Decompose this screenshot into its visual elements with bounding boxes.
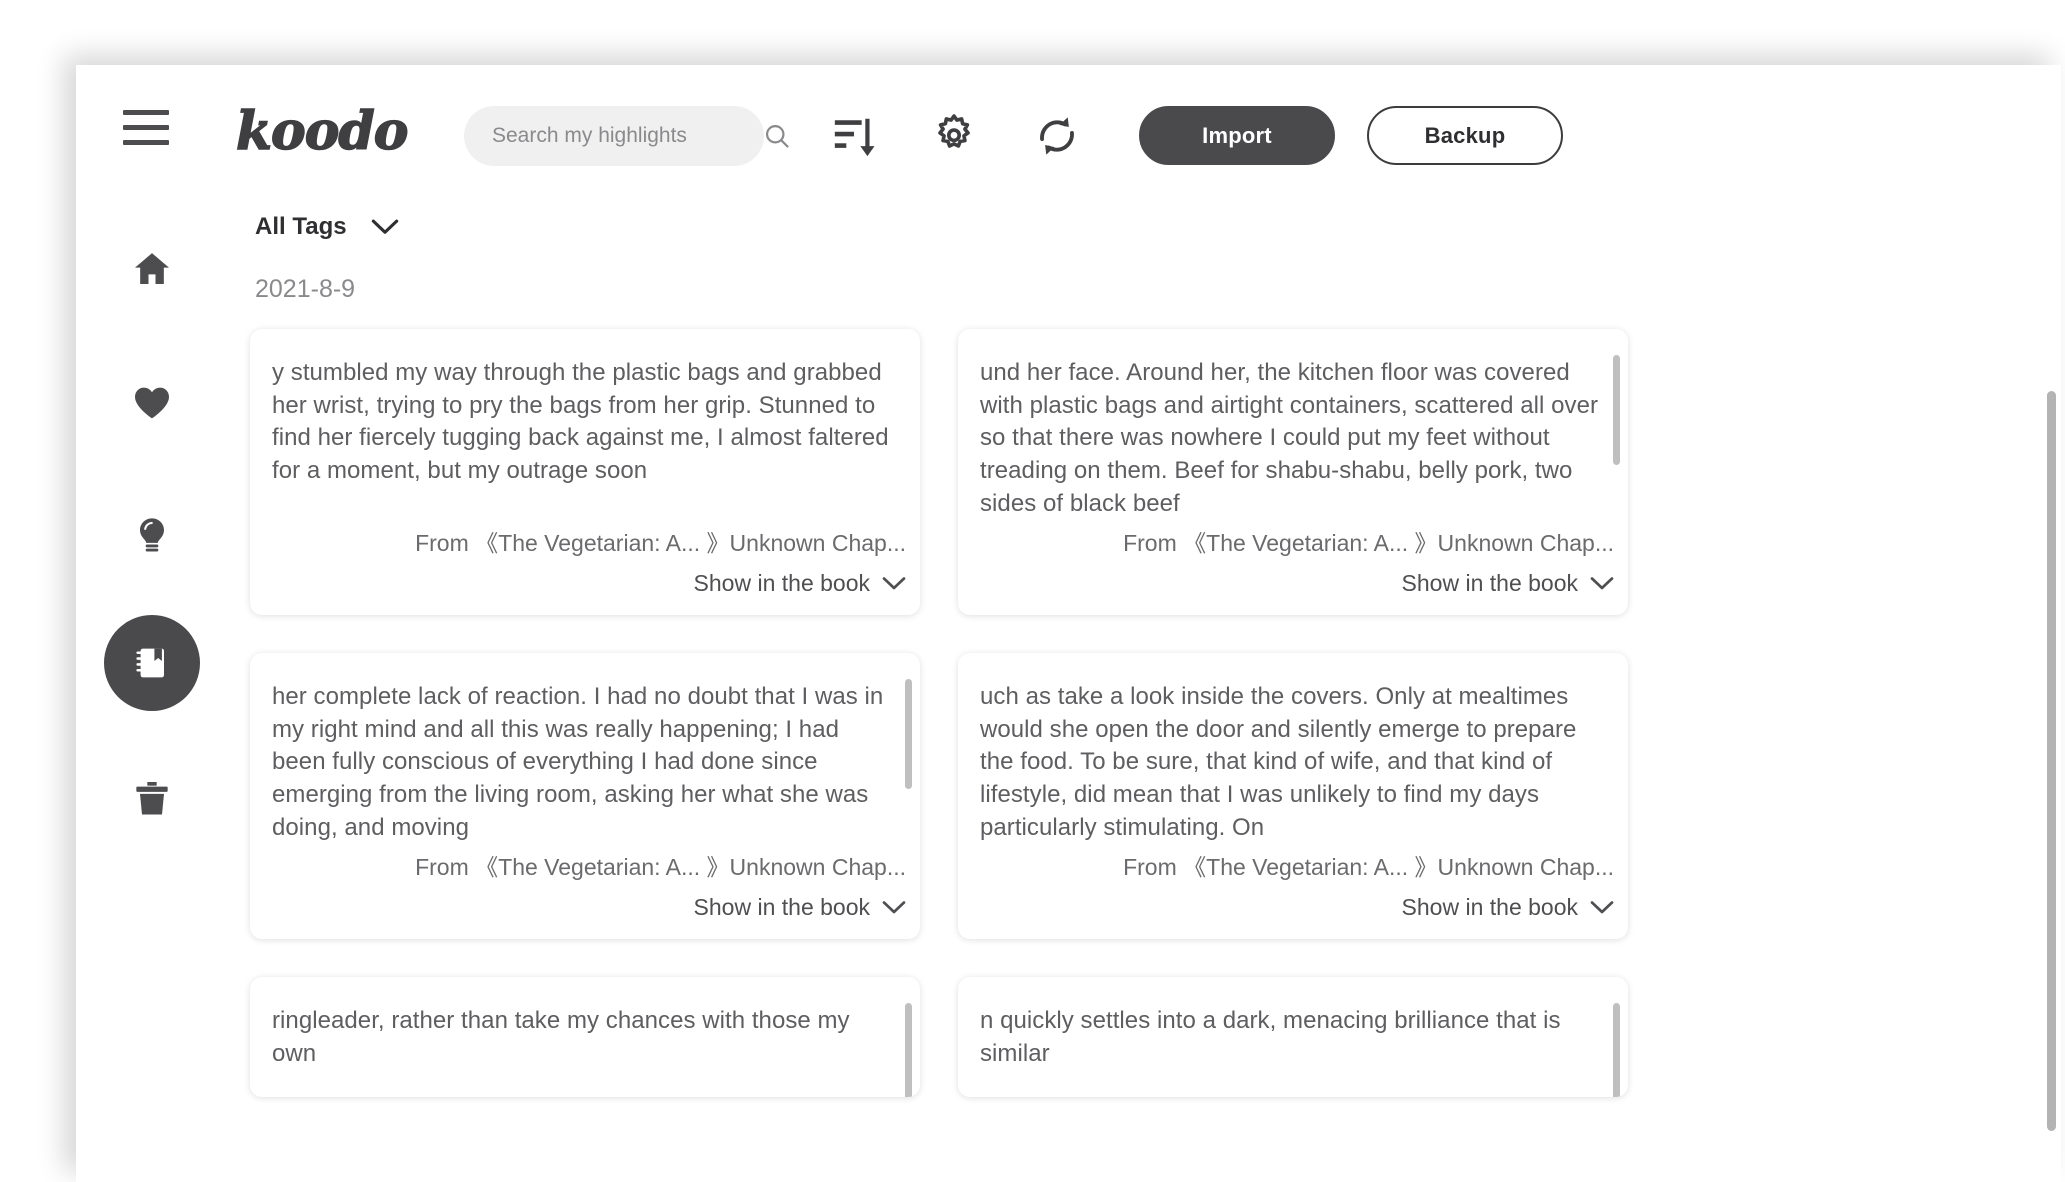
tags-filter-dropdown[interactable]: All Tags bbox=[255, 213, 399, 241]
home-icon bbox=[135, 253, 169, 284]
highlight-card[interactable]: her complete lack of reaction. I had no … bbox=[250, 653, 920, 939]
highlight-card[interactable]: y stumbled my way through the plastic ba… bbox=[250, 329, 920, 615]
highlight-card[interactable]: ringleader, rather than take my chances … bbox=[250, 977, 920, 1097]
show-in-book-label: Show in the book bbox=[1401, 570, 1578, 596]
highlight-card-footer: From 《The Vegetarian: A... 》Unknown Chap… bbox=[958, 848, 1628, 921]
notebook-icon bbox=[136, 648, 164, 678]
page-scrollbar-track[interactable] bbox=[2043, 185, 2061, 1182]
heart-icon bbox=[135, 387, 169, 419]
show-in-book-button[interactable]: Show in the book bbox=[694, 570, 906, 597]
show-in-book-label: Show in the book bbox=[1401, 894, 1578, 920]
highlight-card-grid: y stumbled my way through the plastic ba… bbox=[250, 329, 2040, 1097]
show-in-book-button[interactable]: Show in the book bbox=[1402, 570, 1614, 597]
highlight-card[interactable]: und her face. Around her, the kitchen fl… bbox=[958, 329, 1628, 615]
highlight-text: y stumbled my way through the plastic ba… bbox=[272, 359, 889, 484]
card-scrollbar[interactable] bbox=[1613, 1003, 1620, 1097]
app-logo: koodo bbox=[235, 101, 409, 162]
date-group-header: 2021-8-9 bbox=[255, 275, 356, 303]
show-in-book-button[interactable]: Show in the book bbox=[1402, 894, 1614, 921]
highlight-text: n quickly settles into a dark, menacing … bbox=[980, 1007, 1561, 1067]
show-in-book-button[interactable]: Show in the book bbox=[694, 894, 906, 921]
sort-icon[interactable] bbox=[831, 113, 877, 159]
show-in-book-label: Show in the book bbox=[693, 570, 870, 596]
app-window: koodo Import Bac bbox=[76, 65, 2061, 1182]
gear-icon[interactable] bbox=[931, 113, 977, 159]
hamburger-icon[interactable] bbox=[123, 110, 169, 146]
page-scrollbar-thumb[interactable] bbox=[2047, 391, 2056, 1131]
sidebar-item-favorites[interactable] bbox=[104, 355, 200, 451]
hamburger-bar bbox=[123, 140, 169, 145]
hamburger-bar bbox=[123, 110, 169, 115]
chevron-down-icon[interactable] bbox=[371, 218, 399, 236]
highlights-panel: All Tags 2021-8-9 y stumbled my way thro… bbox=[228, 185, 2061, 1182]
trash-icon bbox=[136, 782, 168, 815]
highlight-source: From 《The Vegetarian: A... 》Unknown Chap… bbox=[1123, 530, 1614, 556]
show-in-book-label: Show in the book bbox=[693, 894, 870, 920]
highlight-card-footer: From 《The Vegetarian: A... 》Unknown Chap… bbox=[250, 848, 920, 921]
sidebar-item-highlights[interactable] bbox=[104, 615, 200, 711]
sidebar-item-trash[interactable] bbox=[104, 751, 200, 847]
highlight-card[interactable]: n quickly settles into a dark, menacing … bbox=[958, 977, 1628, 1097]
sidebar bbox=[76, 185, 228, 1182]
tags-filter-label: All Tags bbox=[255, 213, 347, 240]
highlight-text: ringleader, rather than take my chances … bbox=[272, 1007, 850, 1067]
backup-button[interactable]: Backup bbox=[1367, 106, 1563, 165]
highlight-source: From 《The Vegetarian: A... 》Unknown Chap… bbox=[415, 530, 906, 556]
highlight-text: und her face. Around her, the kitchen fl… bbox=[980, 359, 1599, 517]
card-scrollbar[interactable] bbox=[1613, 355, 1620, 465]
search-input[interactable] bbox=[492, 124, 763, 148]
sync-icon[interactable] bbox=[1034, 113, 1080, 159]
highlight-card-footer: From 《The Vegetarian: A... 》Unknown Chap… bbox=[958, 524, 1628, 597]
chevron-down-icon[interactable] bbox=[1590, 576, 1614, 591]
card-scrollbar[interactable] bbox=[905, 1003, 912, 1097]
highlight-text: her complete lack of reaction. I had no … bbox=[272, 683, 884, 841]
highlight-card-footer: From 《The Vegetarian: A... 》Unknown Chap… bbox=[250, 524, 920, 597]
chevron-down-icon[interactable] bbox=[882, 900, 906, 915]
hamburger-bar bbox=[123, 125, 169, 130]
highlight-source: From 《The Vegetarian: A... 》Unknown Chap… bbox=[1123, 854, 1614, 880]
card-scrollbar[interactable] bbox=[905, 679, 912, 789]
search-icon[interactable] bbox=[763, 122, 791, 150]
search-box[interactable] bbox=[464, 106, 789, 166]
header-toolbar: koodo Import Bac bbox=[76, 65, 2061, 185]
lightbulb-icon bbox=[140, 518, 164, 552]
chevron-down-icon[interactable] bbox=[882, 576, 906, 591]
chevron-down-icon[interactable] bbox=[1590, 900, 1614, 915]
sidebar-item-home[interactable] bbox=[104, 221, 200, 317]
highlight-text: uch as take a look inside the covers. On… bbox=[980, 683, 1577, 841]
import-button[interactable]: Import bbox=[1139, 106, 1335, 165]
highlight-source: From 《The Vegetarian: A... 》Unknown Chap… bbox=[415, 854, 906, 880]
highlight-card[interactable]: uch as take a look inside the covers. On… bbox=[958, 653, 1628, 939]
sidebar-item-ideas[interactable] bbox=[104, 488, 200, 584]
